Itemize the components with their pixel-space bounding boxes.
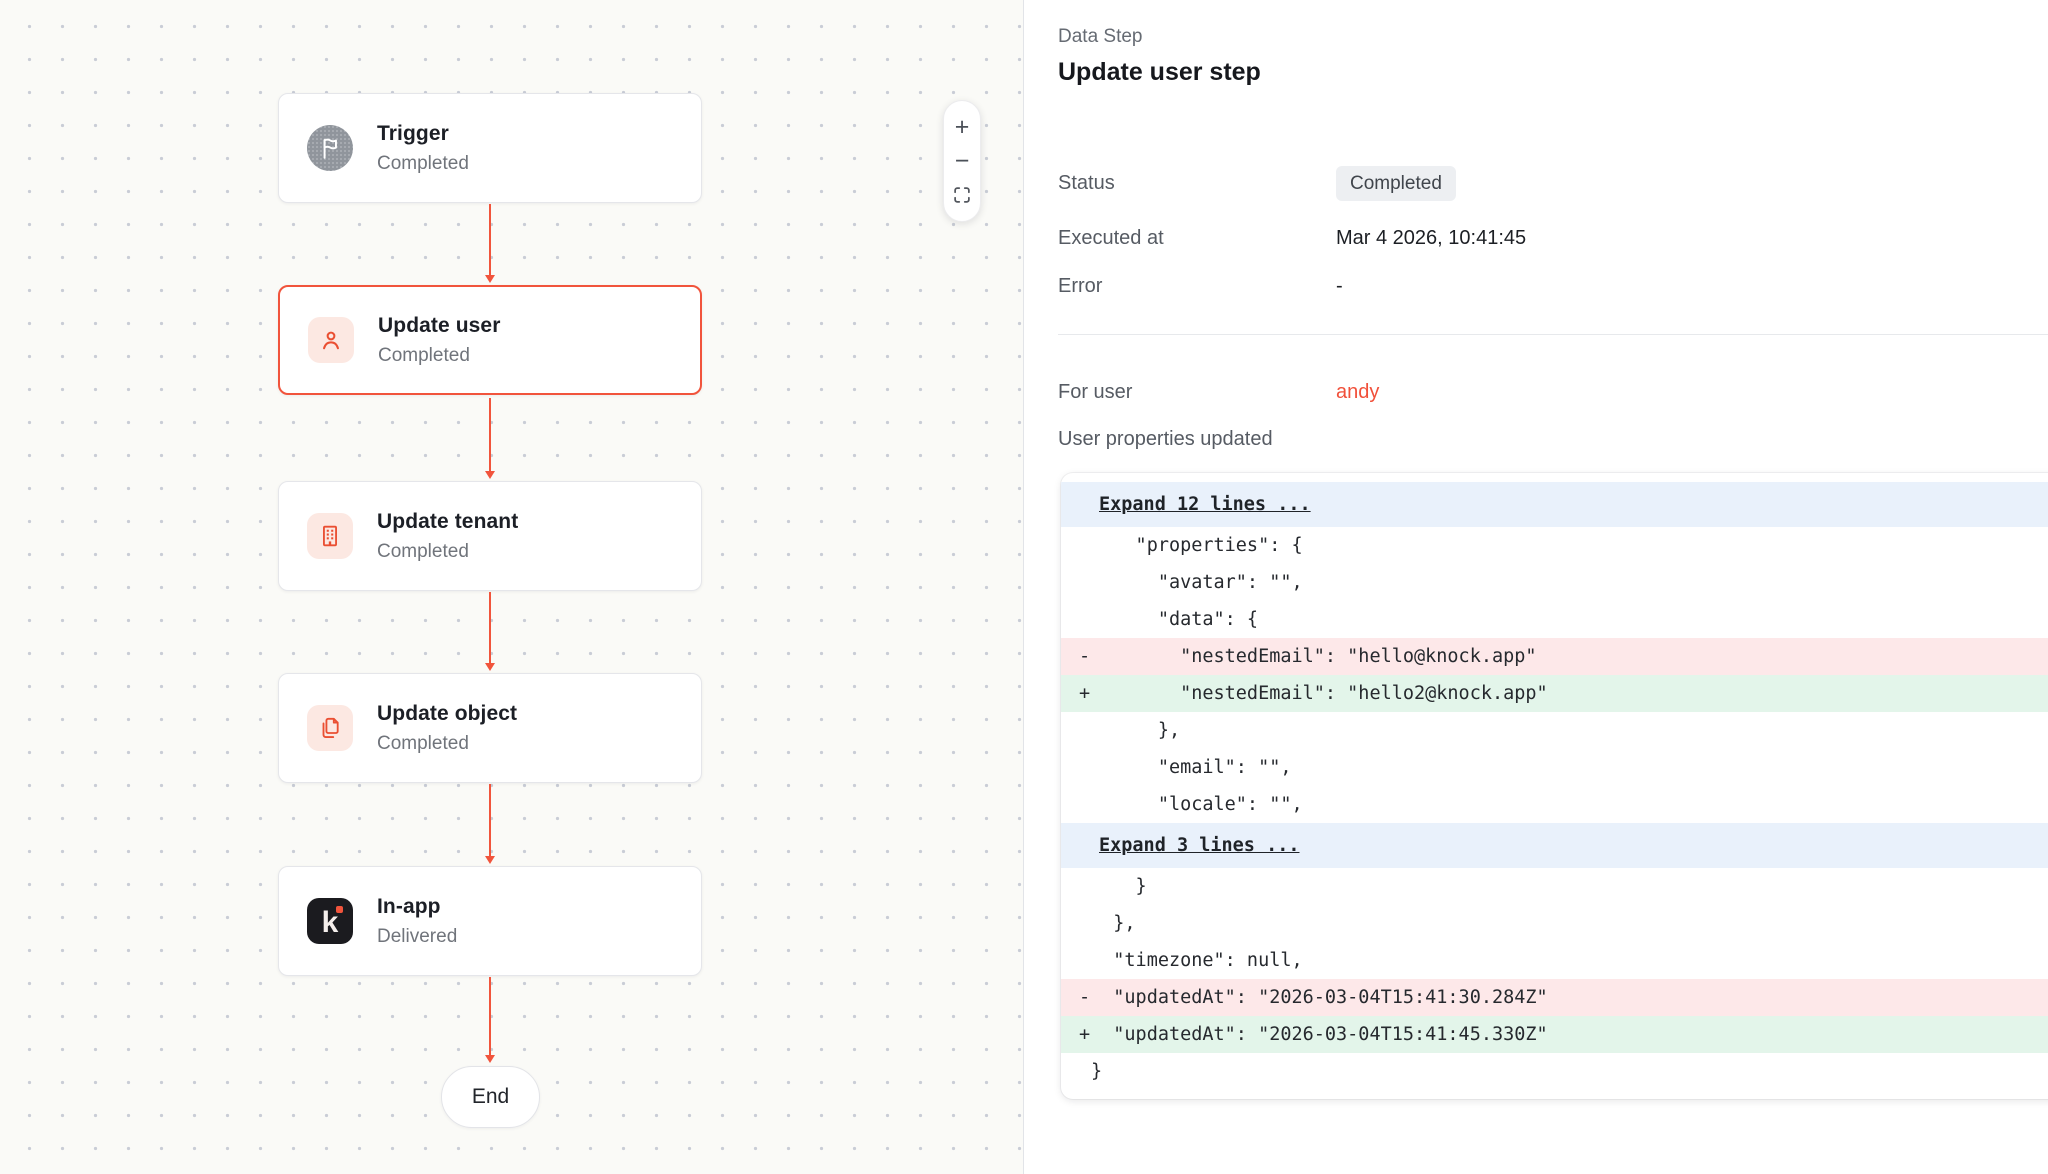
for-user-link[interactable]: andy <box>1336 381 1379 404</box>
building-icon <box>307 513 353 559</box>
diff-block: Expand 12 lines ... "properties": { "ava… <box>1061 473 2048 1099</box>
diff-code-row: "avatar": "", <box>1061 564 2048 601</box>
diff-code-row: "timezone": null, <box>1061 942 2048 979</box>
node-title: Update object <box>377 702 517 726</box>
diff-code-row: "data": { <box>1061 601 2048 638</box>
properties-updated-label: User properties updated <box>1058 428 1273 451</box>
diff-line-code: "updatedAt": "2026-03-04T15:41:30.284Z" <box>1091 987 1548 1008</box>
diff-line-code: }, <box>1091 720 1180 741</box>
diff-line-code: "avatar": "", <box>1091 572 1303 593</box>
node-title: In-app <box>377 895 457 919</box>
expand-lines-link[interactable]: Expand 12 lines ... <box>1099 494 1311 515</box>
meta-row-error: Error - <box>1058 266 2018 306</box>
executed-at-value: Mar 4 2026, 10:41:45 <box>1336 227 1526 250</box>
node-title: Update tenant <box>377 510 518 534</box>
connector-arrow <box>489 592 491 664</box>
panel-kicker: Data Step <box>1058 26 1143 48</box>
connector-arrow <box>489 398 491 472</box>
knock-logo-dot <box>336 906 343 913</box>
diff-line-prefix: - <box>1061 646 1091 667</box>
diff-line-code: "locale": "", <box>1091 794 1303 815</box>
diff-line-code: }, <box>1091 913 1136 934</box>
end-label: End <box>472 1085 509 1109</box>
copy-icon <box>307 705 353 751</box>
executed-at-label: Executed at <box>1058 227 1336 250</box>
workflow-node-update-tenant[interactable]: Update tenant Completed <box>278 481 702 591</box>
meta-row-status: Status Completed <box>1058 160 2018 206</box>
node-status: Delivered <box>377 926 457 948</box>
connector-arrow <box>489 977 491 1056</box>
workflow-node-trigger[interactable]: Trigger Completed <box>278 93 702 203</box>
diff-expand-row: Expand 3 lines ... <box>1061 823 2048 868</box>
diff-code-row: + "updatedAt": "2026-03-04T15:41:45.330Z… <box>1061 1016 2048 1053</box>
step-detail-panel: Data Step Update user step Status Comple… <box>1024 0 2048 1174</box>
page-title: Update user step <box>1058 58 1261 87</box>
diff-line-prefix: + <box>1061 1024 1091 1045</box>
diff-line-code: "timezone": null, <box>1091 950 1303 971</box>
connector-arrow <box>489 204 491 276</box>
diff-line-code: "nestedEmail": "hello@knock.app" <box>1091 646 1537 667</box>
error-value: - <box>1336 275 1343 298</box>
diff-code-row: }, <box>1061 712 2048 749</box>
expand-lines-link[interactable]: Expand 3 lines ... <box>1099 835 1299 856</box>
diff-line-prefix: - <box>1061 987 1091 1008</box>
node-status: Completed <box>378 345 500 367</box>
diff-line-code: "properties": { <box>1091 535 1303 556</box>
user-icon <box>308 317 354 363</box>
diff-line-prefix: + <box>1061 683 1091 704</box>
diff-line-code: "updatedAt": "2026-03-04T15:41:45.330Z" <box>1091 1024 1548 1045</box>
for-user-label: For user <box>1058 381 1336 404</box>
zoom-out-button[interactable]: − <box>945 145 979 177</box>
status-badge: Completed <box>1336 166 1456 201</box>
diff-code-row: - "nestedEmail": "hello@knock.app" <box>1061 638 2048 675</box>
diff-expand-row: Expand 12 lines ... <box>1061 482 2048 527</box>
workflow-node-end[interactable]: End <box>441 1066 540 1128</box>
diff-code-row: - "updatedAt": "2026-03-04T15:41:30.284Z… <box>1061 979 2048 1016</box>
fit-screen-icon <box>951 184 973 206</box>
diff-code-row: "properties": { <box>1061 527 2048 564</box>
workflow-canvas[interactable]: Trigger Completed Update user Completed <box>0 0 1024 1174</box>
zoom-in-button[interactable]: + <box>945 111 979 143</box>
status-label: Status <box>1058 172 1336 195</box>
meta-row-executed-at: Executed at Mar 4 2026, 10:41:45 <box>1058 218 2018 258</box>
connector-arrow <box>489 784 491 857</box>
workflow-node-update-user[interactable]: Update user Completed <box>278 285 702 395</box>
diff-code-row: "locale": "", <box>1061 786 2048 823</box>
fit-screen-button[interactable] <box>945 179 979 211</box>
diff-line-code: "nestedEmail": "hello2@knock.app" <box>1091 683 1548 704</box>
diff-code-row: } <box>1061 1053 2048 1090</box>
error-label: Error <box>1058 275 1336 298</box>
node-title: Trigger <box>377 122 469 146</box>
knock-logo-icon: k <box>307 898 353 944</box>
diff-code-row: + "nestedEmail": "hello2@knock.app" <box>1061 675 2048 712</box>
diff-line-code: "data": { <box>1091 609 1258 630</box>
diff-line-code: } <box>1091 1061 1102 1082</box>
node-status: Completed <box>377 541 518 563</box>
flag-icon <box>307 125 353 171</box>
canvas-zoom-toolbar: + − <box>943 100 981 222</box>
node-title: Update user <box>378 314 500 338</box>
node-status: Completed <box>377 733 517 755</box>
diff-code-row: }, <box>1061 905 2048 942</box>
meta-row-for-user: For user andy <box>1058 372 2018 412</box>
diff-code-row: } <box>1061 868 2048 905</box>
section-divider <box>1058 334 2048 335</box>
workflow-node-in-app[interactable]: k In-app Delivered <box>278 866 702 976</box>
diff-line-code: } <box>1091 876 1147 897</box>
diff-line-code: "email": "", <box>1091 757 1291 778</box>
workflow-node-update-object[interactable]: Update object Completed <box>278 673 702 783</box>
node-status: Completed <box>377 153 469 175</box>
diff-code-row: "email": "", <box>1061 749 2048 786</box>
